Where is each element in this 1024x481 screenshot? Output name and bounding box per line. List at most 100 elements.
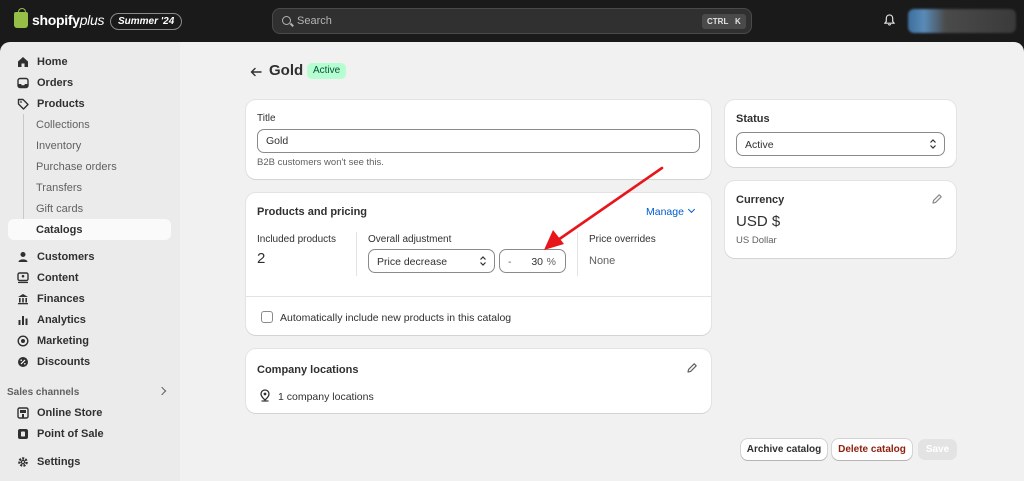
auto-include-label: Automatically include new products in th… bbox=[280, 312, 512, 324]
sidebar-subitem-gift-cards[interactable]: Gift cards bbox=[8, 198, 171, 219]
bell-icon[interactable] bbox=[884, 14, 895, 26]
gear-icon bbox=[18, 456, 28, 467]
currency-code: USD $ bbox=[736, 213, 781, 230]
sidebar-item-label: Settings bbox=[37, 455, 81, 468]
adjustment-type-value: Price decrease bbox=[377, 256, 448, 268]
sidebar-subitem-label: Inventory bbox=[36, 139, 82, 152]
title-card: Title B2B customers won't see this. bbox=[246, 100, 711, 179]
status-select[interactable]: Active bbox=[736, 132, 945, 156]
locations-count[interactable]: 1 company locations bbox=[278, 391, 374, 403]
page-title: Gold bbox=[269, 62, 304, 79]
sidebar-subitem-label: Collections bbox=[36, 118, 90, 131]
sidebar-subitem-label: Gift cards bbox=[36, 202, 84, 215]
chevron-down-icon[interactable] bbox=[687, 205, 696, 214]
title-help-text: B2B customers won't see this. bbox=[257, 157, 384, 168]
sidebar-item-label: Point of Sale bbox=[37, 427, 104, 440]
sidebar-subitem-label: Transfers bbox=[36, 181, 83, 194]
adjustment-unit: % bbox=[546, 256, 556, 268]
adjustment-type-select[interactable]: Price decrease bbox=[368, 249, 495, 273]
main-content: Gold Active Title B2B customers won't se… bbox=[180, 42, 1024, 481]
sidebar-item-label: Finances bbox=[37, 292, 85, 305]
sidebar-item-customers[interactable]: Customers bbox=[8, 246, 171, 267]
sidebar-item-content[interactable]: Content bbox=[8, 267, 171, 288]
sidebar-subitem-label: Catalogs bbox=[36, 223, 83, 236]
status-card: Status Active bbox=[725, 100, 956, 167]
sidebar-item-label: Online Store bbox=[37, 406, 103, 419]
sidebar-item-label: Analytics bbox=[37, 313, 86, 326]
chevron-right-icon[interactable] bbox=[157, 386, 167, 396]
sidebar-subitem-purchase-orders[interactable]: Purchase orders bbox=[8, 156, 171, 177]
delete-catalog-button[interactable]: Delete catalog bbox=[832, 439, 912, 460]
title-input[interactable] bbox=[257, 129, 700, 153]
sales-channels-label[interactable]: Sales channels bbox=[7, 387, 79, 398]
sidebar-subitem-label: Purchase orders bbox=[36, 160, 117, 173]
select-arrows-icon bbox=[480, 256, 486, 266]
overall-adjustment-label: Overall adjustment bbox=[368, 234, 452, 245]
currency-card-title: Currency bbox=[736, 194, 785, 206]
sidebar-item-label: Customers bbox=[37, 250, 95, 263]
tag-icon bbox=[17, 98, 29, 110]
sidebar-item-label: Discounts bbox=[37, 355, 91, 368]
sidebar-item-marketing[interactable]: Marketing bbox=[8, 330, 171, 351]
target-icon bbox=[17, 334, 29, 347]
sidebar-item-settings[interactable]: Settings bbox=[8, 451, 171, 472]
products-pricing-card: Products and pricing Manage Included pro… bbox=[246, 193, 711, 335]
status-select-value: Active bbox=[745, 139, 774, 151]
top-bar: shopifyplus Summer '24 CTRL K bbox=[0, 0, 1024, 42]
adjustment-percentage-field[interactable]: - 30 % bbox=[499, 249, 566, 273]
sidebar-item-online-store[interactable]: Online Store bbox=[8, 402, 171, 423]
sidebar-subitem-transfers[interactable]: Transfers bbox=[8, 177, 171, 198]
home-icon bbox=[18, 56, 28, 67]
sidebar-item-label: Orders bbox=[37, 76, 74, 89]
discount-icon bbox=[18, 356, 28, 367]
locations-card-title: Company locations bbox=[257, 364, 359, 376]
included-products-count: 2 bbox=[257, 250, 266, 267]
brand-bold: shopify bbox=[32, 12, 80, 28]
account-avatar[interactable] bbox=[908, 9, 1016, 33]
search-bar[interactable]: CTRL K bbox=[272, 8, 752, 34]
card-divider bbox=[246, 296, 711, 297]
column-divider bbox=[577, 232, 578, 276]
inbox-icon bbox=[17, 77, 29, 88]
sidebar-item-home[interactable]: Home bbox=[8, 51, 171, 72]
bank-icon bbox=[18, 293, 28, 304]
person-icon bbox=[18, 251, 28, 262]
sidebar-item-point-of-sale[interactable]: Point of Sale bbox=[8, 423, 171, 444]
sidebar-item-orders[interactable]: Orders bbox=[8, 72, 171, 93]
brand-light: plus bbox=[79, 12, 105, 28]
sidebar: Home Orders Products Collections Invento… bbox=[0, 42, 180, 481]
included-products-label: Included products bbox=[257, 234, 336, 245]
currency-card: Currency USD $ US Dollar bbox=[725, 181, 956, 258]
sidebar-item-label: Content bbox=[37, 271, 79, 284]
shortcut-ctrl-key: CTRL bbox=[702, 14, 734, 29]
price-overrides-label: Price overrides bbox=[589, 234, 656, 245]
adjustment-sign: - bbox=[508, 256, 512, 268]
status-badge: Active bbox=[307, 63, 347, 79]
pencil-icon[interactable] bbox=[931, 193, 943, 205]
pencil-icon[interactable] bbox=[686, 362, 698, 374]
archive-catalog-button[interactable]: Archive catalog bbox=[741, 439, 827, 460]
sidebar-item-discounts[interactable]: Discounts bbox=[8, 351, 171, 372]
pricing-card-title: Products and pricing bbox=[257, 206, 368, 218]
sidebar-subitem-catalogs[interactable]: Catalogs bbox=[8, 219, 171, 240]
bar-chart-icon bbox=[18, 315, 28, 325]
sidebar-item-products[interactable]: Products bbox=[8, 93, 171, 114]
save-button[interactable]: Save bbox=[918, 439, 957, 460]
auto-include-checkbox[interactable] bbox=[261, 311, 273, 323]
search-input[interactable] bbox=[297, 9, 677, 33]
sidebar-item-label: Home bbox=[37, 55, 68, 68]
sidebar-item-finances[interactable]: Finances bbox=[8, 288, 171, 309]
shopify-logo[interactable]: shopifyplus bbox=[14, 8, 105, 28]
price-overrides-value: None bbox=[589, 255, 616, 267]
adjustment-value: 30 bbox=[531, 256, 543, 268]
sidebar-subitem-collections[interactable]: Collections bbox=[8, 114, 171, 135]
content-icon bbox=[17, 271, 29, 283]
location-pin-icon bbox=[260, 389, 270, 402]
shortcut-k-key: K bbox=[730, 14, 746, 29]
manage-link[interactable]: Manage bbox=[646, 206, 684, 218]
pos-icon bbox=[18, 428, 28, 439]
company-locations-card: Company locations 1 company locations bbox=[246, 349, 711, 413]
sidebar-subitem-inventory[interactable]: Inventory bbox=[8, 135, 171, 156]
back-arrow-icon[interactable] bbox=[250, 66, 262, 78]
sidebar-item-analytics[interactable]: Analytics bbox=[8, 309, 171, 330]
